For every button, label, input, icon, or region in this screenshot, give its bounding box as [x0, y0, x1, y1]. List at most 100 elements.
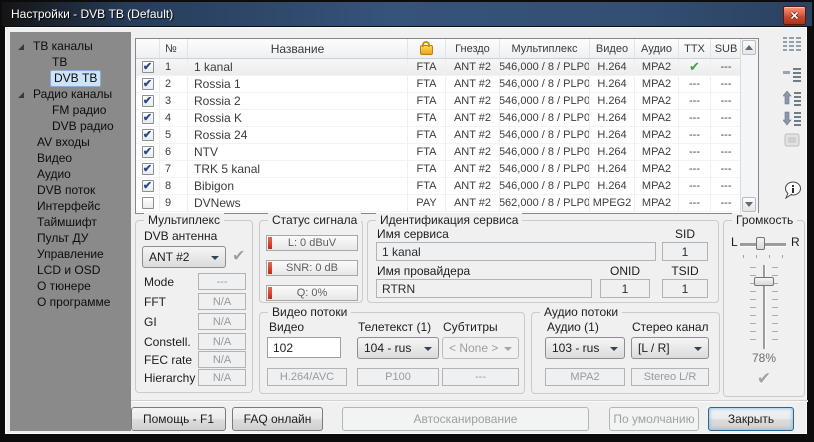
- move-up-icon[interactable]: [778, 88, 806, 110]
- sidebar-item[interactable]: Аудио: [10, 167, 131, 183]
- table-row[interactable]: ✔3Rossia 2FTAANT #2546,000 / 8 / PLP0H.2…: [136, 93, 741, 110]
- remove-channel-icon[interactable]: [778, 64, 806, 86]
- sidebar-item[interactable]: Интерфейс: [10, 199, 131, 215]
- audio-codec-field: MPA2: [545, 368, 625, 386]
- table-row[interactable]: ✔4Rossia KFTAANT #2546,000 / 8 / PLP0H.2…: [136, 110, 741, 127]
- table-row[interactable]: 9DVNewsPAYANT #2562,000 / 8 / PLP0MPEG2M…: [136, 195, 741, 212]
- table-row[interactable]: ✔7TRK 5 kanalFTAANT #2546,000 / 8 / PLP0…: [136, 161, 741, 178]
- subtitles-info-field: ---: [442, 368, 519, 386]
- channel-number: 6: [160, 144, 188, 160]
- channel-sub: ---: [711, 161, 741, 177]
- channel-video-codec: H.264: [590, 161, 635, 177]
- channel-name[interactable]: Rossia 2: [188, 93, 408, 109]
- channel-access: FTA: [408, 144, 446, 160]
- channel-sub: ---: [711, 110, 741, 126]
- video-pid-input[interactable]: 102: [267, 337, 341, 358]
- channel-checkbox[interactable]: ✔: [136, 161, 160, 177]
- channel-checkbox[interactable]: ✔: [136, 127, 160, 143]
- sidebar-item[interactable]: DVB поток: [10, 183, 131, 199]
- sidebar-item[interactable]: ТВ каналы: [10, 39, 131, 55]
- channel-multiplex: 546,000 / 8 / PLP0: [500, 110, 590, 126]
- header-number: №: [160, 39, 188, 58]
- header-checkbox-column: [136, 39, 160, 58]
- table-scrollbar[interactable]: [740, 39, 758, 213]
- channel-name[interactable]: Rossia 1: [188, 76, 408, 92]
- sidebar-item[interactable]: Пульт ДУ: [10, 231, 131, 247]
- sid-label: SID: [662, 227, 708, 241]
- channel-ttx: ✔: [679, 59, 711, 75]
- table-header: № Название Гнездо Мультиплекс Видео Ауди…: [136, 39, 741, 59]
- table-row[interactable]: ✔8BibigonFTAANT #2546,000 / 8 / PLP0H.26…: [136, 178, 741, 195]
- checkbox-icon: ✔: [142, 61, 154, 73]
- balance-left-label: L: [731, 235, 738, 249]
- move-down-icon[interactable]: [778, 108, 806, 130]
- audio-select[interactable]: 103 - rus: [545, 337, 625, 359]
- channel-checkbox[interactable]: ✔: [136, 93, 160, 109]
- checkbox-icon: ✔: [142, 129, 154, 141]
- sidebar-item[interactable]: AV входы: [10, 135, 131, 151]
- video-codec-field: H.264/AVC: [267, 368, 347, 386]
- teletext-select[interactable]: 104 - rus: [357, 337, 439, 359]
- channel-name[interactable]: 1 kanal: [188, 59, 408, 75]
- expand-arrow-icon[interactable]: [18, 44, 24, 50]
- sidebar-item[interactable]: DVB ТВ: [10, 71, 131, 87]
- param-value: N/A: [198, 333, 246, 350]
- channel-checkbox[interactable]: ✔: [136, 178, 160, 194]
- sidebar-item[interactable]: О тюнере: [10, 279, 131, 295]
- teletext-label: Телетекст (1): [358, 320, 431, 334]
- balance-slider-thumb[interactable]: [756, 237, 765, 250]
- sidebar-item[interactable]: DVB радио: [10, 119, 131, 135]
- settings-tree: ТВ каналыТВDVB ТВРадио каналыFM радиоDVB…: [10, 32, 131, 431]
- expand-arrow-icon[interactable]: [18, 92, 24, 98]
- scroll-up-button[interactable]: [742, 40, 756, 55]
- channel-audio-codec: MPA2: [635, 127, 679, 143]
- sidebar-item-label: О тюнере: [35, 279, 93, 294]
- channel-multiplex: 546,000 / 8 / PLP0: [500, 93, 590, 109]
- title-bar[interactable]: Настройки - DVB ТВ (Default): [2, 2, 812, 26]
- scroll-down-button[interactable]: [742, 197, 756, 212]
- table-row[interactable]: ✔6NTVFTAANT #2546,000 / 8 / PLP0H.264MPA…: [136, 144, 741, 161]
- channel-checkbox[interactable]: ✔: [136, 59, 160, 75]
- channel-checkbox[interactable]: ✔: [136, 144, 160, 160]
- table-row[interactable]: ✔2Rossia 1FTAANT #2546,000 / 8 / PLP0H.2…: [136, 76, 741, 93]
- checkbox-icon: ✔: [142, 112, 154, 124]
- mute-check-icon[interactable]: ✔: [724, 369, 804, 389]
- faq-button[interactable]: FAQ онлайн: [232, 407, 323, 431]
- channel-checkbox[interactable]: ✔: [136, 110, 160, 126]
- stereo-value: [L / R]: [638, 341, 670, 355]
- antenna-select[interactable]: ANT #2: [142, 246, 226, 268]
- table-row[interactable]: ✔5Rossia 24FTAANT #2546,000 / 8 / PLP0H.…: [136, 127, 741, 144]
- edit-channel-icon: [778, 129, 806, 151]
- close-dialog-button[interactable]: Закрыть: [708, 407, 794, 431]
- channel-name[interactable]: TRK 5 kanal: [188, 161, 408, 177]
- sidebar-item[interactable]: О программе: [10, 295, 131, 311]
- channel-list-icon[interactable]: [778, 33, 806, 55]
- close-button[interactable]: [783, 6, 806, 25]
- stereo-select[interactable]: [L / R]: [631, 337, 709, 359]
- channel-name[interactable]: Rossia 24: [188, 127, 408, 143]
- channel-name[interactable]: NTV: [188, 144, 408, 160]
- channel-name[interactable]: Rossia K: [188, 110, 408, 126]
- volume-slider-thumb[interactable]: [754, 277, 774, 286]
- sidebar-item[interactable]: LCD и OSD: [10, 263, 131, 279]
- channel-checkbox[interactable]: ✔: [136, 76, 160, 92]
- signal-status-group: Статус сигнала L: 0 dBuV SNR: 0 dB Q: 0%: [259, 220, 363, 303]
- channel-name[interactable]: DVNews: [188, 195, 408, 211]
- channel-name[interactable]: Bibigon: [188, 178, 408, 194]
- separator: [131, 400, 808, 402]
- sidebar-item[interactable]: Видео: [10, 151, 131, 167]
- sidebar-item-label: ТВ каналы: [31, 39, 95, 54]
- channel-access: FTA: [408, 59, 446, 75]
- table-row[interactable]: ✔11 kanalFTAANT #2546,000 / 8 / PLP0H.26…: [136, 59, 741, 76]
- sidebar-item[interactable]: Таймшифт: [10, 215, 131, 231]
- channel-checkbox[interactable]: [136, 195, 160, 211]
- sidebar-item[interactable]: FM радио: [10, 103, 131, 119]
- channel-sub: ---: [711, 127, 741, 143]
- sidebar-item[interactable]: Радио каналы: [10, 87, 131, 103]
- info-icon[interactable]: [778, 179, 806, 201]
- balance-ticks: [743, 255, 785, 258]
- sidebar-item[interactable]: ТВ: [10, 55, 131, 71]
- help-button[interactable]: Помощь - F1: [131, 407, 226, 431]
- sidebar-item[interactable]: Управление: [10, 247, 131, 263]
- video-pid-label: Видео: [269, 320, 304, 334]
